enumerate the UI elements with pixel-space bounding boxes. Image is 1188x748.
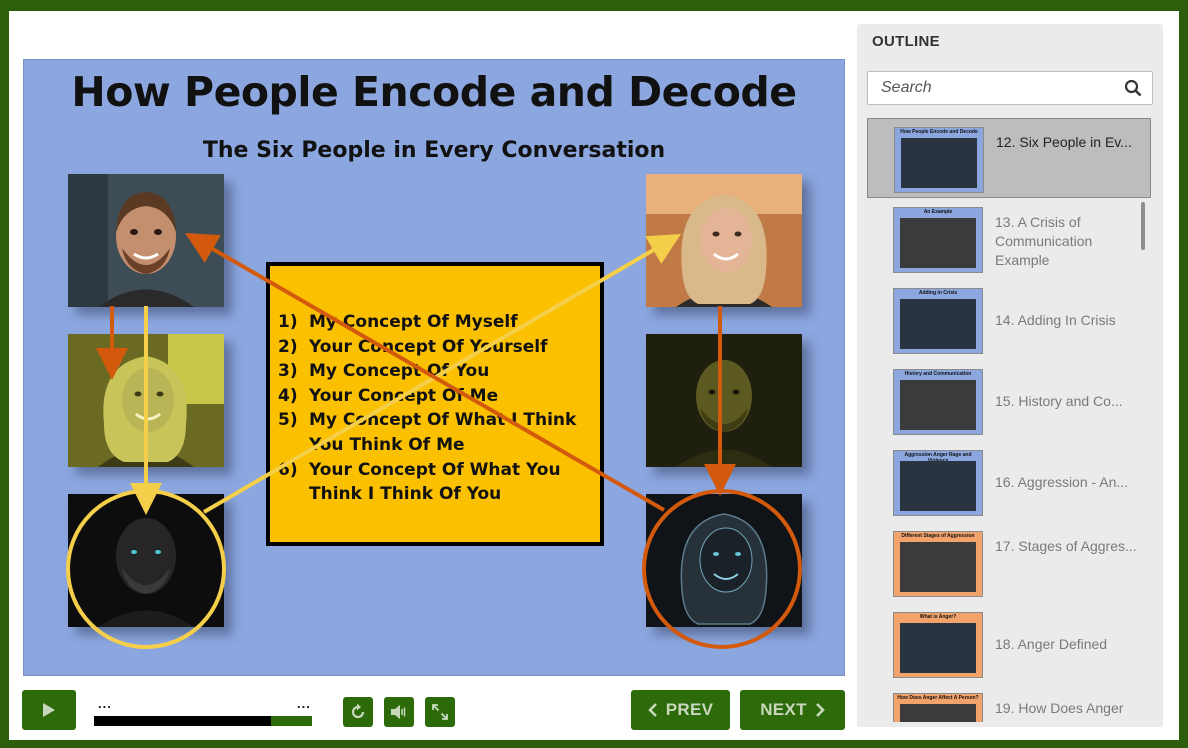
outline-item-label: 14. Adding In Crisis	[995, 312, 1116, 328]
thumbnail-image	[900, 542, 976, 592]
thumbnail-title: What is Anger?	[919, 614, 957, 620]
concept-text: Your Concept Of Yourself	[309, 336, 548, 357]
photo-man-left-dark	[68, 494, 224, 627]
thumbnail-title: Different Stages of Aggression	[901, 533, 975, 539]
concept-item: 5) My Concept Of What I Think You Think O…	[278, 408, 598, 457]
woman-portrait-yellow-image	[68, 334, 224, 467]
concept-number: 6)	[278, 459, 298, 480]
concept-item: 3) My Concept Of You	[278, 359, 598, 384]
elapsed-time: ...	[98, 696, 112, 711]
outline-heading: OUTLINE	[872, 33, 940, 50]
slide-thumbnail: What is Anger?	[893, 612, 983, 678]
outline-item-label: 16. Aggression - An...	[995, 474, 1129, 490]
man-portrait-dark-image	[68, 494, 224, 627]
outline-item-label: 12. Six People in Ev...	[996, 134, 1132, 150]
outline-item-label: 18. Anger Defined	[995, 636, 1108, 652]
outline-item[interactable]: History and Communication 15. History and…	[867, 361, 1151, 441]
thumbnail-image	[900, 623, 976, 673]
thumbnail-title: An Example	[923, 209, 953, 215]
slide-thumbnail: Aggression Anger Rage and Violence	[893, 450, 983, 516]
outline-item[interactable]: What is Anger? 18. Anger Defined	[867, 604, 1151, 684]
concept-text: My Concept Of Myself	[309, 312, 518, 332]
thumbnail-image	[900, 704, 976, 722]
total-time: ...	[297, 696, 311, 711]
concept-number: 1)	[278, 312, 298, 332]
slide-thumbnail: An Example	[893, 207, 983, 273]
concept-item: 2) Your Concept Of Yourself	[278, 335, 598, 360]
photo-woman-right-dark	[646, 494, 802, 627]
thumbnail-image	[900, 380, 976, 430]
thumbnail-title: How People Encode and Decode	[900, 129, 978, 135]
photo-woman-left-yellow	[68, 334, 224, 467]
outline-scrollbar[interactable]	[1141, 202, 1145, 250]
outline-item-label: 17. Stages of Aggres...	[995, 538, 1137, 554]
volume-button[interactable]	[384, 697, 414, 727]
prev-button[interactable]: PREV	[631, 690, 730, 730]
next-label: NEXT	[760, 700, 807, 719]
photo-man-left	[68, 174, 224, 307]
concept-item: 6) Your Concept Of What You Think I Think…	[278, 458, 598, 507]
photo-woman-right	[646, 174, 802, 307]
play-button[interactable]	[22, 690, 76, 730]
volume-icon	[391, 705, 406, 719]
woman-portrait-dark-image	[646, 494, 802, 627]
concept-number: 5)	[278, 410, 298, 431]
search-box	[867, 71, 1153, 105]
outline-item-label: 19. How Does Anger Aff...	[995, 700, 1124, 722]
slide-canvas: How People Encode and Decode The Six Peo…	[23, 59, 845, 676]
concept-text: Your Concept Of Me	[309, 385, 499, 406]
outline-item[interactable]: An Example 13. A Crisis of Communication …	[867, 199, 1151, 279]
search-icon[interactable]	[1124, 79, 1142, 97]
fullscreen-button[interactable]	[425, 697, 455, 727]
outline-item[interactable]: Aggression Anger Rage and Violence 16. Ag…	[867, 442, 1151, 522]
thumbnail-image	[900, 218, 976, 268]
concept-number: 2)	[278, 336, 298, 357]
slide-thumbnail: Adding in Crisis	[893, 288, 983, 354]
replay-button[interactable]	[343, 697, 373, 727]
concepts-list: 1) My Concept Of Myself 2) Your Concept Of…	[278, 310, 598, 507]
concept-text: Your Concept Of What You Think I Think O…	[309, 459, 561, 505]
outline-item[interactable]: How Does Anger Affect A Person? 19. How D…	[867, 685, 1151, 722]
outline-item-label: 15. History and Co...	[995, 393, 1123, 409]
search-input[interactable]	[868, 72, 1118, 104]
outline-item-label: 13. A Crisis of Communication Example	[995, 214, 1093, 268]
concepts-box: 1) My Concept Of Myself 2) Your Concept Of…	[266, 262, 604, 546]
thumbnail-image	[900, 299, 976, 349]
prev-label: PREV	[665, 700, 714, 719]
progress-bar[interactable]	[94, 716, 312, 726]
slide-title: How People Encode and Decode	[71, 68, 797, 116]
chevron-right-icon	[815, 703, 825, 717]
concept-item: 4) Your Concept Of Me	[278, 384, 598, 409]
concept-number: 3)	[278, 361, 298, 382]
chevron-left-icon	[647, 703, 657, 717]
outline-item[interactable]: Adding in Crisis 14. Adding In Crisis	[867, 280, 1151, 360]
concept-text: My Concept Of What I Think You Think Of …	[309, 410, 577, 455]
concept-item: 1) My Concept Of Myself	[278, 310, 598, 335]
woman-portrait-image	[646, 174, 802, 307]
man-portrait-image	[68, 174, 224, 307]
slide-subtitle: The Six People in Every Conversation	[202, 138, 666, 163]
slide-thumbnail: How People Encode and Decode	[894, 127, 984, 193]
thumbnail-image	[900, 461, 976, 511]
thumbnail-title: How Does Anger Affect A Person?	[897, 695, 979, 701]
next-button[interactable]: NEXT	[740, 690, 845, 730]
play-icon	[43, 703, 55, 717]
slide-thumbnail: History and Communication	[893, 369, 983, 435]
concept-number: 4)	[278, 385, 298, 406]
photo-man-right-yellow	[646, 334, 802, 467]
man-portrait-yellow-image	[646, 334, 802, 467]
slide-thumbnail: How Does Anger Affect A Person?	[893, 693, 983, 722]
thumbnail-title: Adding in Crisis	[918, 290, 958, 296]
outline-sidebar: OUTLINE How People Encode and Decode 12. …	[857, 24, 1163, 727]
replay-icon	[351, 703, 365, 719]
thumbnail-title: History and Communication	[904, 371, 972, 377]
outline-list: How People Encode and Decode 12. Six Peop…	[867, 118, 1153, 722]
fullscreen-icon	[432, 704, 448, 720]
slide-thumbnail: Different Stages of Aggression	[893, 531, 983, 597]
outline-item[interactable]: How People Encode and Decode 12. Six Peop…	[867, 118, 1151, 198]
concept-text: My Concept Of You	[309, 361, 490, 382]
thumbnail-image	[901, 138, 977, 188]
outline-item[interactable]: Different Stages of Aggression 17. Stages…	[867, 523, 1151, 603]
progress-fill	[94, 716, 271, 726]
